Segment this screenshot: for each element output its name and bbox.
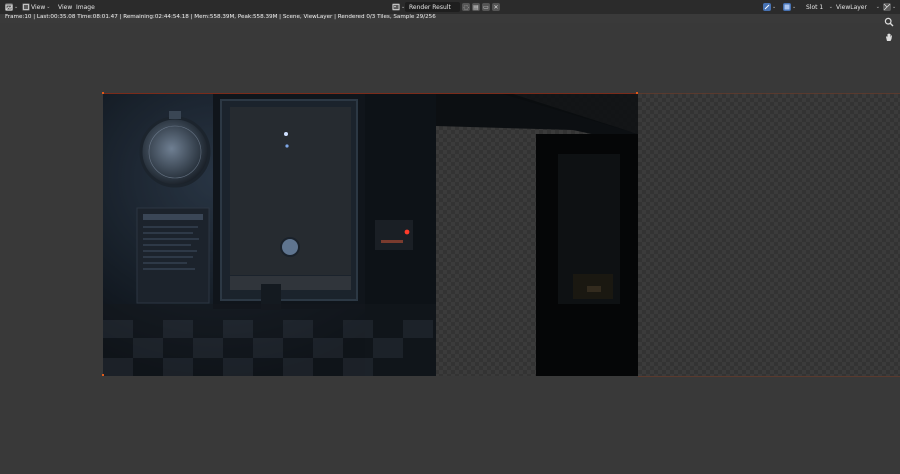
- view-layer-dropdown[interactable]: ViewLayer ⌄: [836, 2, 880, 12]
- chevron-down-icon: ⌄: [892, 4, 897, 10]
- chevron-down-icon: ⌄: [792, 4, 797, 10]
- menu-view[interactable]: View: [58, 2, 72, 12]
- chevron-down-icon: ⌄: [772, 4, 777, 10]
- gizmo-toggle-button[interactable]: ⌄: [883, 2, 896, 12]
- transparent-background: [638, 93, 900, 377]
- render-scene: [103, 94, 638, 376]
- render-border-corner: [102, 92, 104, 94]
- zoom-icon: [884, 17, 894, 30]
- menu-image[interactable]: Image: [76, 2, 95, 12]
- chevron-down-icon: ⌄: [828, 4, 833, 10]
- image-name-label: Render Result: [409, 3, 451, 11]
- chevron-down-icon: ⌄: [14, 4, 19, 10]
- duplicate-icon: ▤: [473, 3, 479, 11]
- zoom-tool-button[interactable]: [883, 17, 895, 29]
- slot-dropdown[interactable]: Slot 1 ⌄: [806, 2, 833, 12]
- chevron-down-icon: ⌄: [875, 4, 880, 10]
- sample-tool-button[interactable]: ⌄: [763, 2, 776, 12]
- render-border-corner: [636, 92, 638, 94]
- render-result-image: [103, 93, 638, 376]
- menu-image-label: Image: [76, 3, 95, 11]
- close-icon: ✕: [493, 3, 499, 11]
- image-name-field[interactable]: Render Result: [405, 2, 460, 12]
- fake-user-button[interactable]: ◌: [462, 3, 470, 11]
- image-editor-icon: [5, 3, 13, 11]
- eyedropper-icon: [763, 3, 771, 11]
- chevron-down-icon: ⌄: [46, 4, 51, 10]
- new-image-button[interactable]: ▤: [472, 3, 480, 11]
- render-status-text: Frame:10 | Last:00:35.08 Time:08:01.47 |…: [5, 14, 436, 20]
- slot-label: Slot 1: [806, 3, 824, 11]
- open-image-button[interactable]: ▭: [482, 3, 490, 11]
- gizmo-icon: [883, 3, 891, 11]
- pan-tool-button[interactable]: [883, 32, 895, 44]
- color-channels-icon: [783, 3, 791, 11]
- view-mode-dropdown[interactable]: View ⌄: [22, 2, 50, 12]
- folder-icon: ▭: [483, 3, 489, 11]
- image-browse-icon: [392, 3, 400, 11]
- render-border-corner: [102, 374, 104, 376]
- view-layer-label: ViewLayer: [836, 3, 867, 11]
- unlink-image-button[interactable]: ✕: [492, 3, 500, 11]
- menu-view-label: View: [58, 3, 73, 11]
- browse-image-button[interactable]: ⌄: [392, 2, 405, 12]
- view-mode-label: View: [31, 3, 46, 11]
- display-channels-button[interactable]: ⌄: [783, 2, 796, 12]
- image-editor-header: ⌄ View ⌄ View Image ⌄ Render Result ◌ ▤ …: [0, 0, 900, 14]
- shield-icon: ◌: [463, 3, 469, 11]
- hand-icon: [884, 32, 894, 45]
- view-mode-icon: [22, 3, 30, 11]
- editor-type-button[interactable]: ⌄: [5, 2, 18, 12]
